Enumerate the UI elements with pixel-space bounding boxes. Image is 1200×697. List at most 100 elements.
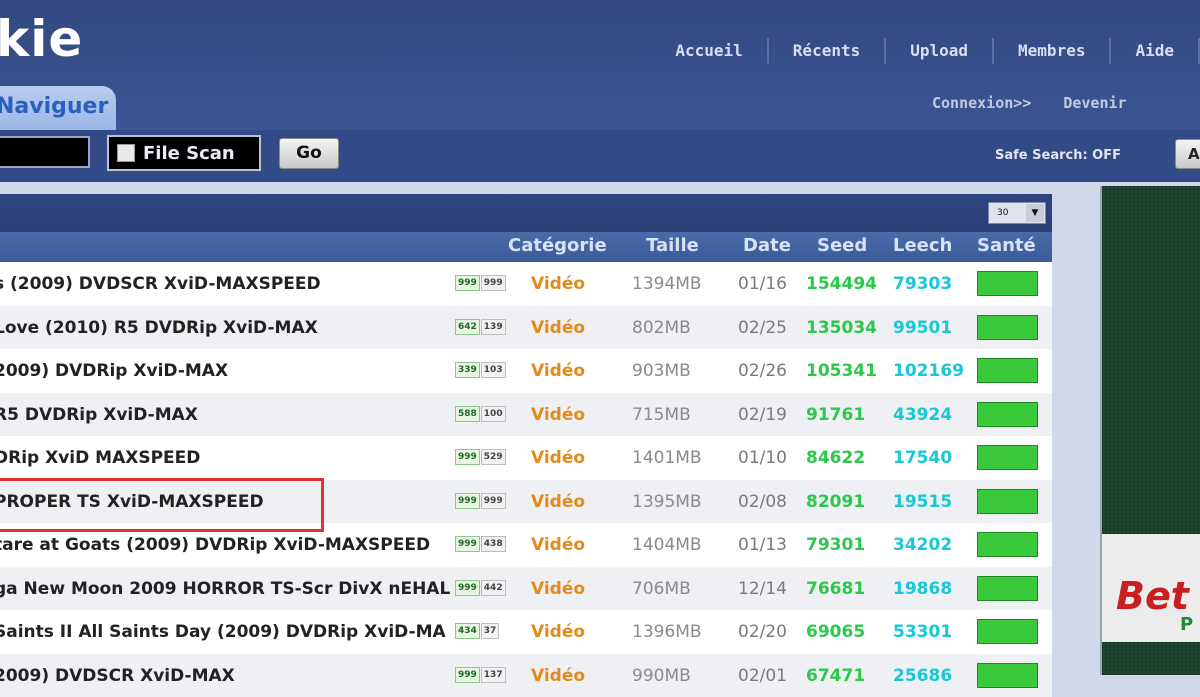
safe-search-status[interactable]: Safe Search: OFF [995, 148, 1121, 163]
health-bar [977, 445, 1038, 470]
table-row[interactable]: Saints II All Saints Day (2009) DVDRip X… [0, 610, 1052, 654]
torrent-name-link[interactable]: DRip XviD MAXSPEED [0, 448, 200, 468]
category-link[interactable]: Vidéo [531, 274, 585, 294]
leech-count: 19515 [893, 492, 952, 512]
leech-count: 79303 [893, 274, 952, 294]
site-logo[interactable]: kie [0, 10, 83, 68]
seed-count: 135034 [806, 318, 877, 338]
badge-count: 999 [455, 536, 480, 552]
health-bar [977, 402, 1038, 427]
category-link[interactable]: Vidéo [531, 318, 585, 338]
file-scan-toggle[interactable]: File Scan [107, 135, 261, 171]
leech-count: 17540 [893, 448, 952, 468]
upload-date: 01/16 [738, 274, 787, 294]
torrent-name-link[interactable]: ga New Moon 2009 HORROR TS-Scr DivX nEHA… [0, 579, 450, 599]
seed-count: 91761 [806, 405, 865, 425]
go-button[interactable]: Go [279, 138, 339, 169]
health-bar [977, 663, 1038, 688]
torrent-name-link[interactable]: s (2009) DVDSCR XviD-MAXSPEED [0, 274, 321, 294]
badge-count: 139 [481, 319, 506, 335]
file-scan-checkbox[interactable] [117, 144, 135, 162]
per-page-value: 30 [997, 208, 1008, 218]
table-row[interactable]: s (2009) DVDSCR XviD-MAXSPEED999999Vidéo… [0, 262, 1052, 306]
upload-date: 02/01 [738, 666, 787, 686]
torrent-name-link[interactable]: tare at Goats (2009) DVDRip XviD-MAXSPEE… [0, 535, 430, 555]
search-input[interactable] [0, 136, 90, 168]
per-page-select[interactable]: 30 ▼ [988, 202, 1046, 224]
category-link[interactable]: Vidéo [531, 666, 585, 686]
table-row[interactable]: 2009) DVDRip XviD-MAX339103Vidéo903MB02/… [0, 349, 1052, 393]
category-link[interactable]: Vidéo [531, 405, 585, 425]
table-row[interactable]: PROPER TS XviD-MAXSPEED999999Vidéo1395MB… [0, 480, 1052, 524]
nav-accueil[interactable]: Accueil [651, 38, 768, 64]
nav-membres[interactable]: Membres [994, 38, 1111, 64]
torrent-name-link[interactable]: R5 DVDRip XviD-MAX [0, 405, 198, 425]
ad-brand-sub: P [1180, 614, 1193, 635]
comment-badges: 588100 [455, 406, 506, 422]
badge-count: 434 [455, 623, 480, 639]
panel-toolbar: 30 ▼ [0, 194, 1052, 232]
table-row[interactable]: tare at Goats (2009) DVDRip XviD-MAXSPEE… [0, 523, 1052, 567]
table-row[interactable]: R5 DVDRip XviD-MAX 588100 Vidéo 715MB 02/19 9… [0, 393, 1052, 437]
col-size[interactable]: Taille [646, 235, 699, 256]
col-category[interactable]: Catégorie [508, 235, 607, 256]
file-size: 715MB [632, 405, 691, 425]
file-size: 990MB [632, 666, 691, 686]
comment-badges: 999999 [455, 493, 506, 509]
torrent-name-link[interactable]: 2009) DVDRip XviD-MAX [0, 361, 228, 381]
category-link[interactable]: Vidéo [531, 448, 585, 468]
register-link[interactable]: Devenir [1063, 94, 1126, 112]
table-row[interactable]: ga New Moon 2009 HORROR TS-Scr DivX nEHA… [0, 567, 1052, 611]
upload-date: 01/10 [738, 448, 787, 468]
health-bar [977, 358, 1038, 383]
seed-count: 84622 [806, 448, 865, 468]
seed-count: 105341 [806, 361, 877, 381]
comment-badges: 999438 [455, 536, 506, 552]
file-scan-label: File Scan [143, 143, 235, 164]
chevron-down-icon[interactable]: ▼ [1026, 204, 1044, 222]
category-link[interactable]: Vidéo [531, 535, 585, 555]
col-leech[interactable]: Leech [893, 235, 952, 256]
badge-count: 438 [481, 536, 506, 552]
tab-naviguer[interactable]: Naviguer [0, 86, 116, 130]
results-table: s (2009) DVDSCR XviD-MAXSPEED999999Vidéo… [0, 262, 1052, 697]
category-link[interactable]: Vidéo [531, 622, 585, 642]
seed-count: 154494 [806, 274, 877, 294]
col-health[interactable]: Santé [977, 235, 1036, 256]
table-row[interactable]: DRip XviD MAXSPEED999529Vidéo1401MB01/10… [0, 436, 1052, 480]
upload-date: 02/25 [738, 318, 787, 338]
table-header: Catégorie Taille Date Seed Leech Santé [0, 232, 1052, 262]
upload-date: 02/08 [738, 492, 787, 512]
badge-count: 999 [455, 449, 480, 465]
torrent-name-link[interactable]: Saints II All Saints Day (2009) DVDRip X… [0, 622, 446, 642]
ad-banner[interactable]: Bet P [1100, 186, 1200, 675]
badge-count: 103 [481, 362, 506, 378]
safe-search-button[interactable]: A [1175, 139, 1200, 169]
file-size: 1404MB [632, 535, 702, 555]
nav-recents[interactable]: Récents [769, 38, 886, 64]
col-date[interactable]: Date [743, 235, 791, 256]
torrent-name-link[interactable]: Love (2010) R5 DVDRip XviD-MAX [0, 318, 318, 338]
comment-badges: 999442 [455, 580, 506, 596]
leech-count: 99501 [893, 318, 952, 338]
health-bar [977, 315, 1038, 340]
table-row[interactable]: Love (2010) R5 DVDRip XviD-MAX642139Vidé… [0, 306, 1052, 350]
torrent-name-link[interactable]: PROPER TS XviD-MAXSPEED [0, 492, 264, 512]
badge-count: 37 [481, 623, 500, 639]
torrent-name-link[interactable]: 2009) DVDSCR XviD-MAX [0, 666, 235, 686]
login-link[interactable]: Connexion>> [932, 94, 1031, 112]
file-size: 1396MB [632, 622, 702, 642]
nav-upload[interactable]: Upload [886, 38, 994, 64]
upload-date: 12/14 [738, 579, 787, 599]
category-link[interactable]: Vidéo [531, 579, 585, 599]
nav-aide[interactable]: Aide [1111, 38, 1200, 64]
category-link[interactable]: Vidéo [531, 492, 585, 512]
badge-count: 529 [481, 449, 506, 465]
col-seed[interactable]: Seed [817, 235, 867, 256]
file-size: 903MB [632, 361, 691, 381]
table-row[interactable]: 2009) DVDSCR XviD-MAX999137Vidéo990MB02/… [0, 654, 1052, 697]
leech-count: 102169 [893, 361, 964, 381]
upload-date: 02/19 [738, 405, 787, 425]
badge-count: 999 [455, 580, 480, 596]
category-link[interactable]: Vidéo [531, 361, 585, 381]
